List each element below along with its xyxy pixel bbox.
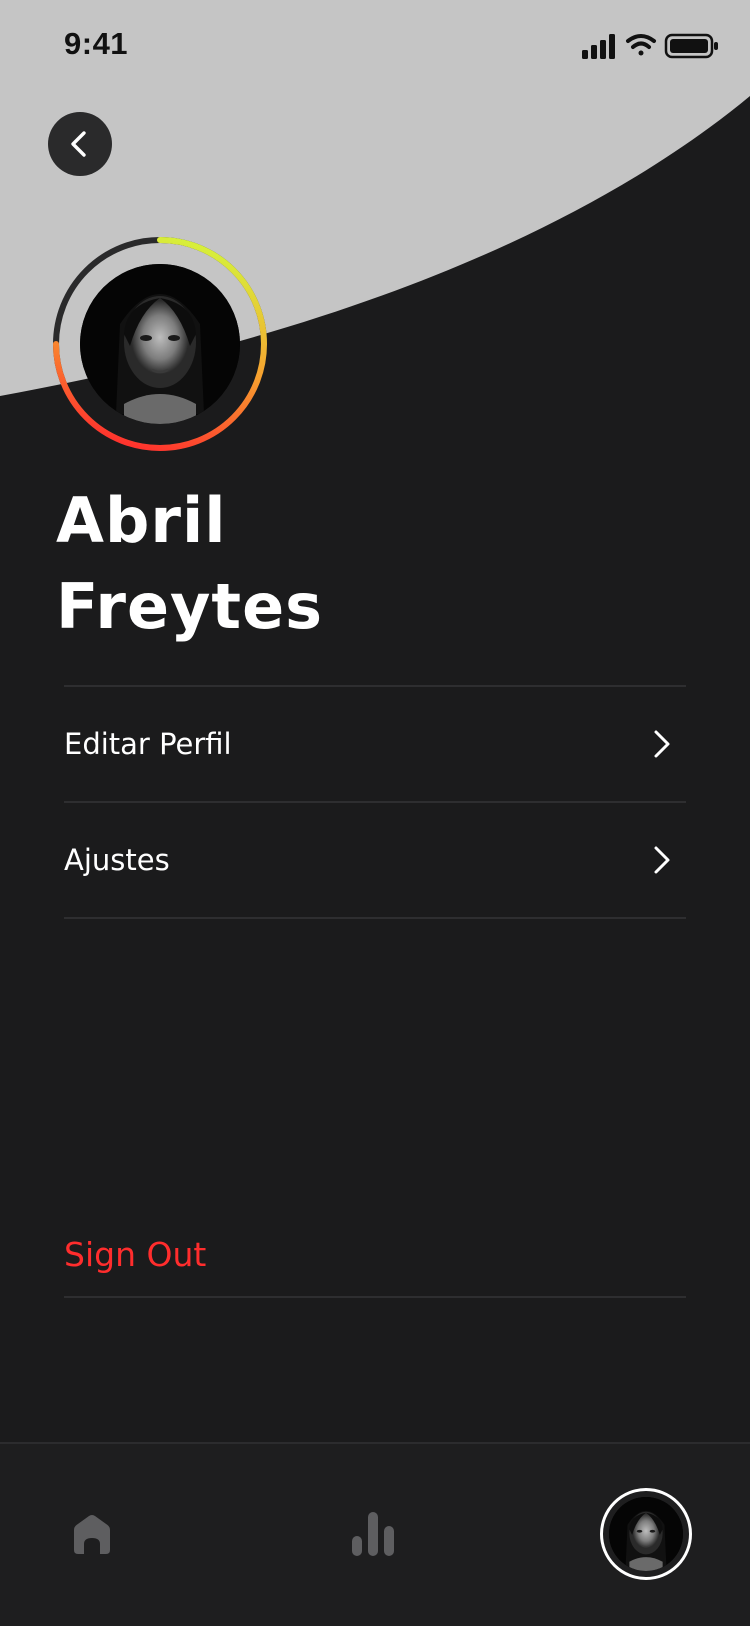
tab-stats[interactable] xyxy=(350,1510,396,1558)
wifi-icon xyxy=(626,34,656,56)
chevron-right-icon xyxy=(654,846,670,874)
menu-item-settings[interactable]: Ajustes xyxy=(64,803,686,919)
menu-item-label: Editar Perfil xyxy=(64,727,232,761)
battery-icon xyxy=(664,33,718,59)
profile-photo xyxy=(609,1497,683,1571)
tab-profile[interactable] xyxy=(600,1488,692,1580)
sign-out-button[interactable]: Sign Out xyxy=(64,1220,686,1298)
status-icons xyxy=(582,33,718,59)
chevron-left-icon xyxy=(71,131,86,157)
avatar xyxy=(609,1497,683,1571)
status-bar: 9:41 xyxy=(0,0,750,92)
profile-name: Abril Freytes xyxy=(56,478,696,650)
tab-home[interactable] xyxy=(70,1514,114,1556)
profile-photo xyxy=(80,264,240,424)
profile-last-name: Freytes xyxy=(56,570,324,643)
back-button[interactable] xyxy=(48,112,112,176)
menu-item-edit-profile[interactable]: Editar Perfil xyxy=(64,687,686,803)
status-time: 9:41 xyxy=(64,26,129,61)
avatar xyxy=(80,264,240,424)
profile-first-name: Abril xyxy=(56,484,227,557)
profile-menu: Editar Perfil Ajustes xyxy=(64,685,686,919)
tab-bar xyxy=(0,1442,750,1626)
bar-chart-icon xyxy=(352,1512,394,1556)
menu-item-label: Ajustes xyxy=(64,843,170,877)
home-icon xyxy=(74,1515,110,1554)
chevron-right-icon xyxy=(654,730,670,758)
sign-out-label: Sign Out xyxy=(64,1235,207,1274)
cellular-signal-icon xyxy=(582,34,615,59)
